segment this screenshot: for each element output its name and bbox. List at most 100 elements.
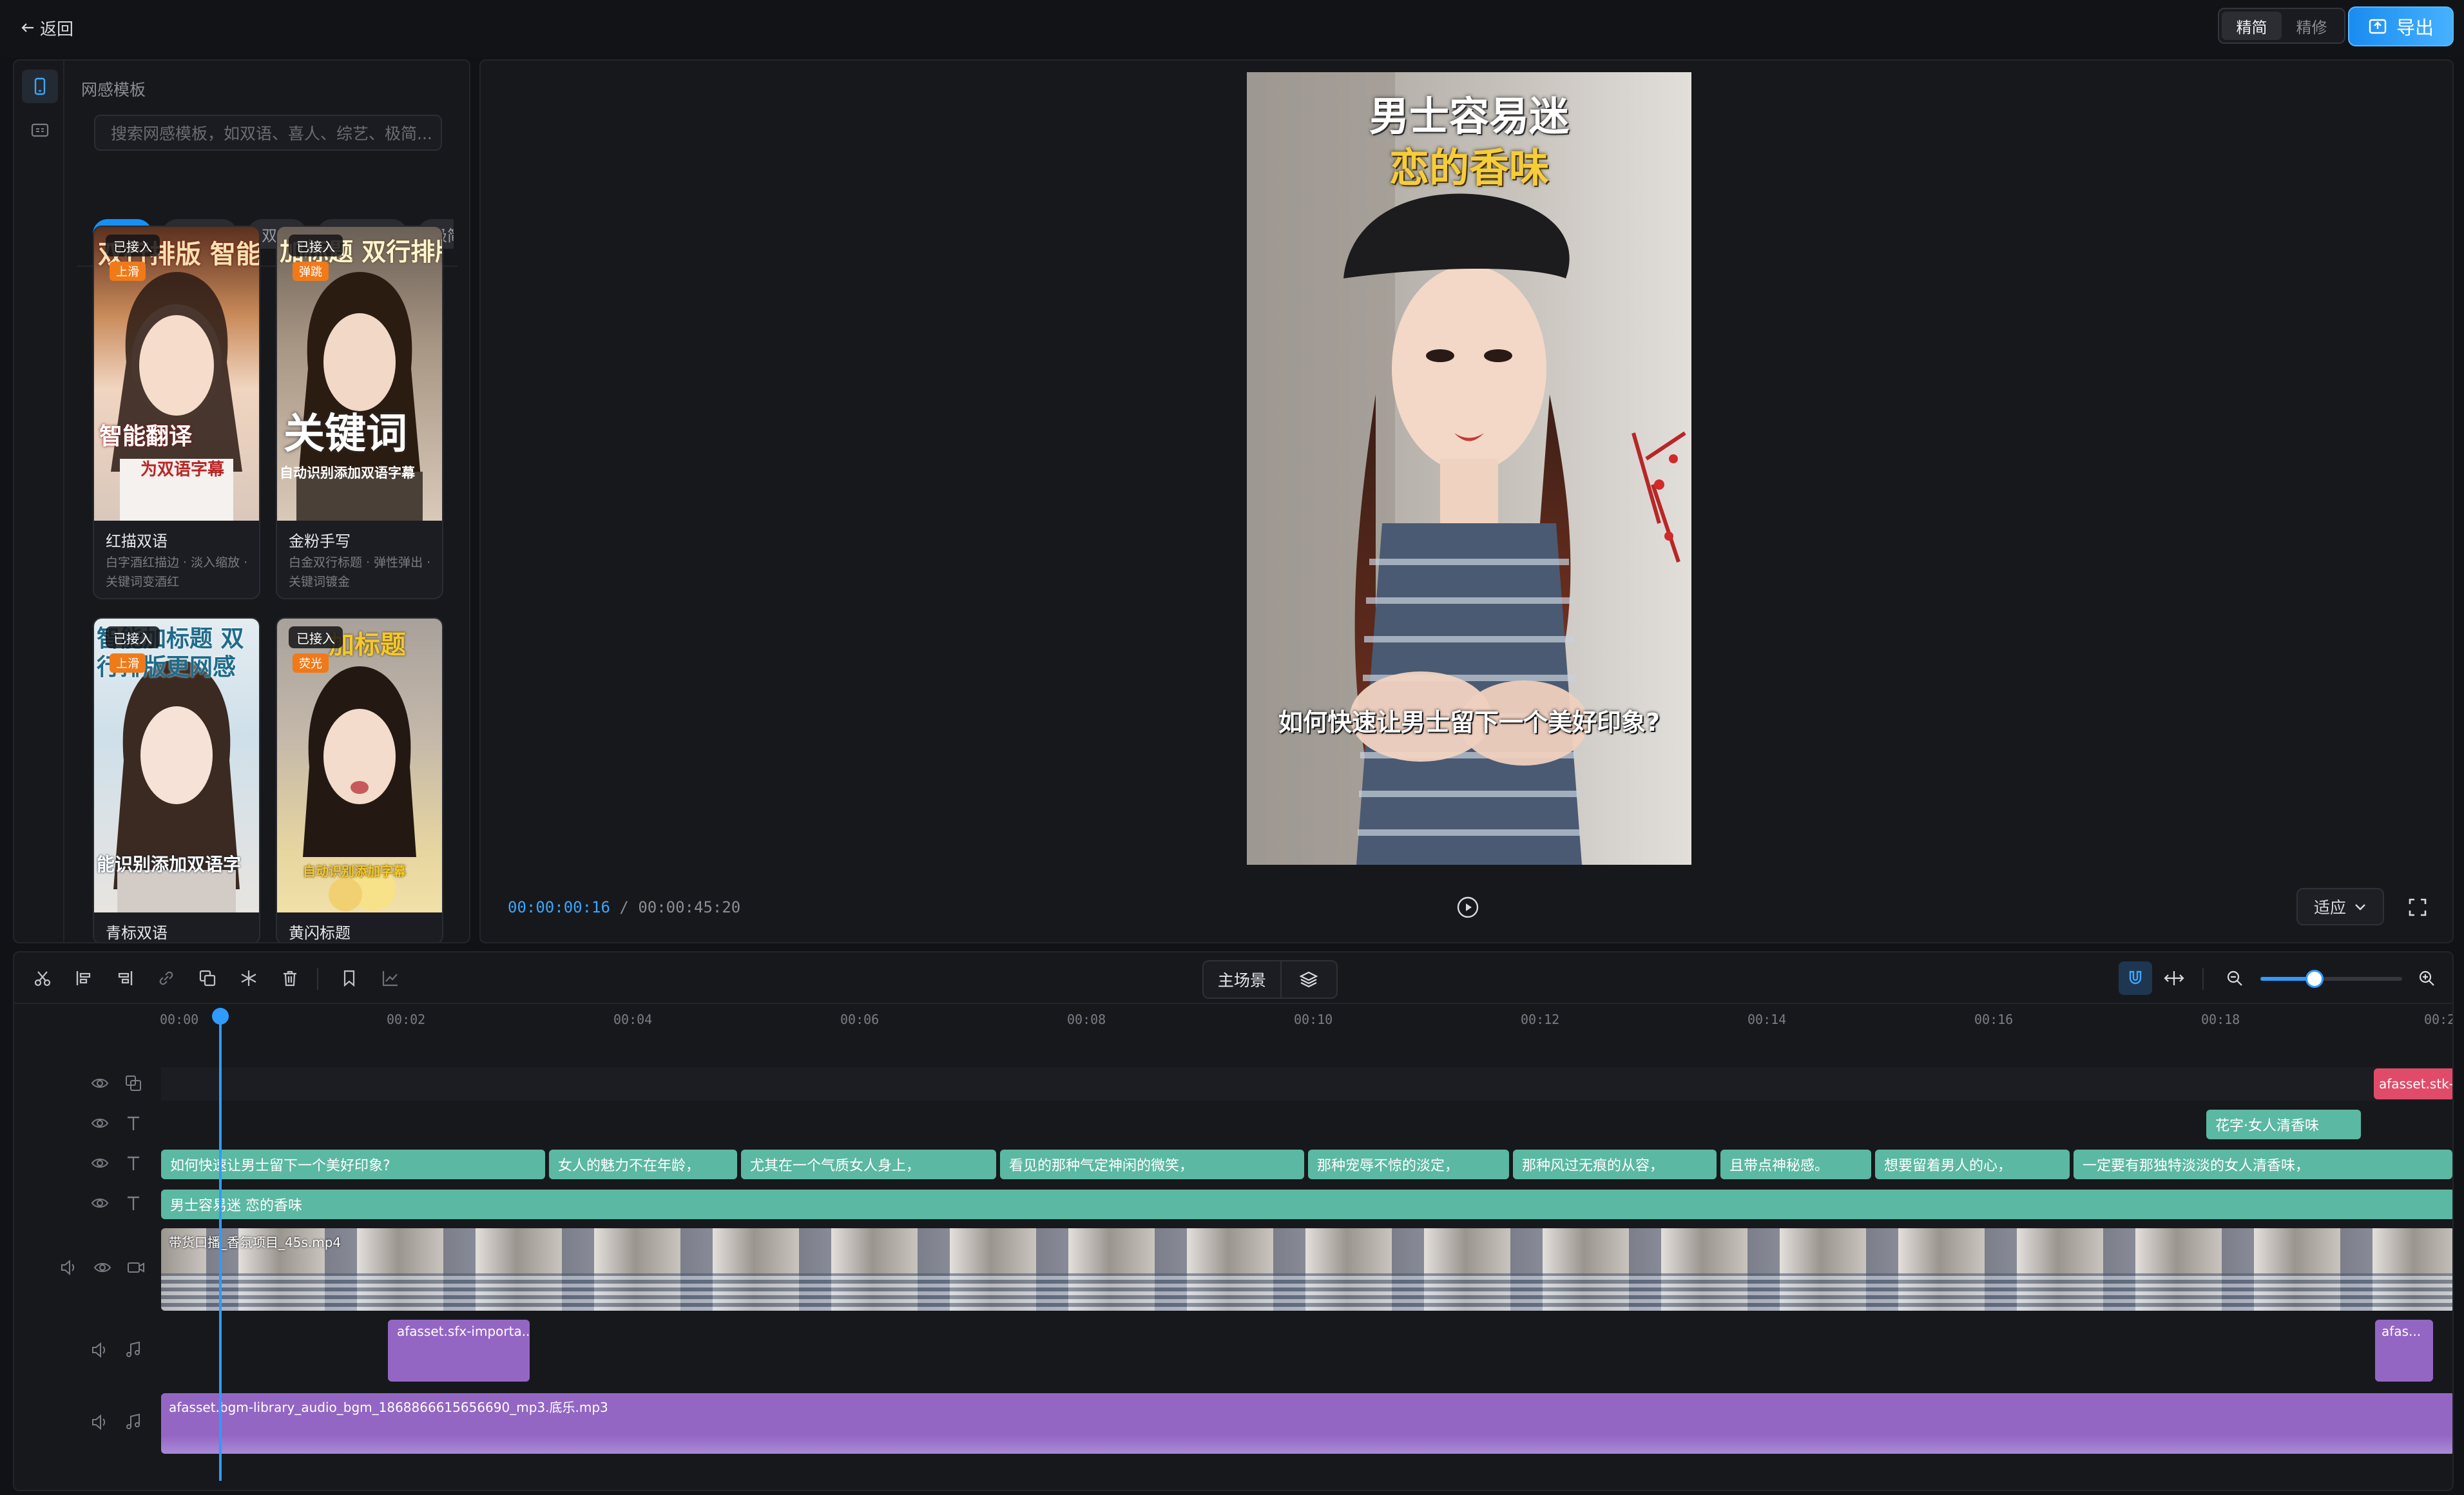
export-button[interactable]: 导出 xyxy=(2348,6,2454,46)
eye-icon[interactable] xyxy=(90,1074,110,1093)
fullscreen-icon xyxy=(2409,898,2427,916)
total-time: 00:00:45:20 xyxy=(638,898,741,916)
sticker-track: afasset.stk-lib xyxy=(14,1067,2452,1101)
bgm-track: afasset.bgm-library_audio_bgm_1868866615… xyxy=(14,1391,2452,1455)
video-clip-label: 带货口播_香氛项目_45s.mp4 xyxy=(169,1235,342,1250)
ruler-tick: 00:16 xyxy=(1974,1012,2014,1027)
template-name: 青标双语 xyxy=(106,924,168,942)
subtitle-clip[interactable]: 那种宠辱不惊的淡定， xyxy=(1308,1150,1509,1179)
export-icon xyxy=(2369,19,2387,34)
timeline-toolbar: 主场景 xyxy=(14,952,2452,1004)
video-track: 带货口播_香氛项目_45s.mp4 xyxy=(14,1226,2452,1311)
zoom-out-button[interactable] xyxy=(2222,965,2247,991)
video-title-line1: 男士容易迷 xyxy=(1369,93,1569,140)
duplicate-button[interactable] xyxy=(195,965,220,991)
eye-icon[interactable] xyxy=(90,1153,110,1173)
animation-tag: 上滑 xyxy=(110,653,146,673)
connected-badge: 已接入 xyxy=(106,626,160,648)
music-note-icon xyxy=(126,1413,140,1429)
sfx-clip[interactable]: afasset.sfx-importa... xyxy=(388,1320,530,1382)
playhead[interactable] xyxy=(219,1008,222,1481)
subtitle-clip[interactable]: 看见的那种气定神闲的微笑， xyxy=(1000,1150,1304,1179)
split-button[interactable] xyxy=(30,965,55,991)
freeze-button[interactable] xyxy=(236,965,262,991)
export-label: 导出 xyxy=(2396,17,2434,39)
main-scene-label: 主场景 xyxy=(1217,971,1266,990)
trim-left-button[interactable] xyxy=(71,965,97,991)
track-controls xyxy=(90,1193,143,1213)
volume-icon[interactable] xyxy=(90,1340,110,1360)
copy-icon xyxy=(199,970,216,987)
subtitle-clip[interactable]: 一定要有那独特淡淡的女人清香味， xyxy=(2074,1150,2452,1179)
fullscreen-button[interactable] xyxy=(2405,894,2430,920)
flower-text-track: 花字·女人清香味 xyxy=(14,1107,2452,1141)
title-clip[interactable]: 男士容易迷 恋的香味 xyxy=(161,1190,2452,1219)
snap-toggle[interactable] xyxy=(2119,961,2152,995)
mode-refine-tab[interactable]: 精修 xyxy=(2282,12,2342,40)
snowflake-icon xyxy=(241,970,256,986)
zoom-in-button[interactable] xyxy=(2414,965,2440,991)
subtitle-clip[interactable]: 且带点神秘感。 xyxy=(1720,1150,1871,1179)
overlay-subtitle: 为双语字幕 xyxy=(140,460,225,479)
template-card[interactable]: 智能加标题 双行排版更网感 能识别添加双语字 已接入 上滑 青标双语 xyxy=(93,617,260,942)
fit-dropdown[interactable]: 适应 xyxy=(2296,888,2384,925)
subtitle-clip[interactable]: 女人的魅力不在年龄， xyxy=(549,1150,737,1179)
timecode: 00:00:00:16 / 00:00:45:20 xyxy=(508,898,740,916)
volume-icon[interactable] xyxy=(90,1413,110,1432)
main-scene-selector[interactable]: 主场景 xyxy=(1202,960,1338,999)
template-card[interactable]: 加标题 自动识别添加字幕 已接入 荧光 黄闪标题 xyxy=(276,617,443,942)
bgm-clip[interactable]: afasset.bgm-library_audio_bgm_1868866615… xyxy=(161,1393,2452,1454)
subtitle-track: 如何快速让男士留下一个美好印象? 女人的魅力不在年龄， 尤其在一个气质女人身上，… xyxy=(14,1147,2452,1181)
align-right-icon xyxy=(118,971,133,985)
template-name: 金粉手写 xyxy=(289,532,351,550)
volume-icon[interactable] xyxy=(59,1258,79,1277)
play-icon xyxy=(1457,896,1479,918)
template-card[interactable]: 加标题 双行排版更网感 关键词 自动识别添加双语字幕 已接入 弹跳 金粉手写 白… xyxy=(276,226,443,599)
playhead-handle[interactable] xyxy=(212,1008,229,1025)
mode-simple-tab[interactable]: 精简 xyxy=(2222,12,2282,40)
video-subtitle: 如何快速让男士留下一个美好印象? xyxy=(1278,708,1660,737)
track-controls xyxy=(90,1074,143,1093)
template-search-input[interactable]: 搜索网感模板，如双语、喜人、综艺、极简... xyxy=(94,115,442,151)
keyframe-curve-button[interactable] xyxy=(378,965,403,991)
play-button[interactable] xyxy=(1456,896,1479,919)
track-controls xyxy=(90,1340,143,1360)
zoom-slider-handle[interactable] xyxy=(2305,970,2324,988)
flower-text-clip[interactable]: 花字·女人清香味 xyxy=(2206,1110,2361,1139)
time-ruler[interactable]: 00:00 00:02 00:04 00:06 00:08 00:10 00:1… xyxy=(14,1005,2452,1037)
rail-caption-button[interactable] xyxy=(22,113,58,147)
link-button[interactable] xyxy=(153,965,179,991)
text-icon xyxy=(128,1196,139,1210)
delete-button[interactable] xyxy=(277,965,303,991)
eye-icon[interactable] xyxy=(90,1193,110,1213)
ruler-tick: 00:08 xyxy=(1067,1012,1106,1027)
trim-right-button[interactable] xyxy=(112,965,138,991)
template-card[interactable]: 双行排版 智能加标题 智能翻译 为双语字幕 已接入 上滑 红描双语 白字酒红描边… xyxy=(93,226,260,599)
rail-template-button[interactable] xyxy=(22,70,58,103)
subtitle-clip[interactable]: 尤其在一个气质女人身上， xyxy=(741,1150,996,1179)
overlay-keyword: 智能翻译 xyxy=(99,423,193,450)
template-name: 红描双语 xyxy=(106,532,168,550)
filmstrip-stripes xyxy=(161,1273,2452,1311)
video-preview[interactable]: 男士容易迷 恋的香味 如何快速让男士留下一个美好印象? xyxy=(1247,72,1691,865)
subtitle-clip[interactable]: 那种风过无痕的从容， xyxy=(1513,1150,1717,1179)
sfx-clip[interactable]: afas... xyxy=(2375,1320,2433,1382)
template-description: 白金双行标题 · 弹性弹出 · 关键词镀金 xyxy=(289,555,431,589)
bookmark-button[interactable] xyxy=(336,965,362,991)
fit-timeline-button[interactable] xyxy=(2161,965,2187,991)
back-label: 返回 xyxy=(40,19,74,39)
zoom-slider[interactable] xyxy=(2260,970,2402,988)
overlay-keyword: 关键词 xyxy=(284,410,407,458)
video-clip[interactable]: 带货口播_香氛项目_45s.mp4 xyxy=(161,1228,2452,1311)
ruler-tick: 00:00 xyxy=(160,1012,199,1027)
back-button[interactable]: 返回 xyxy=(21,12,73,44)
animation-tag: 荧光 xyxy=(293,653,329,673)
connected-badge: 已接入 xyxy=(289,235,343,256)
sticker-clip[interactable]: afasset.stk-lib xyxy=(2374,1068,2452,1099)
animation-tag: 弹跳 xyxy=(293,262,329,281)
subtitle-clip[interactable]: 想要留着男人的心， xyxy=(1875,1150,2070,1179)
eye-icon[interactable] xyxy=(90,1114,110,1133)
toolbar-divider xyxy=(317,968,318,990)
eye-icon[interactable] xyxy=(93,1258,112,1277)
template-name: 黄闪标题 xyxy=(289,924,351,942)
